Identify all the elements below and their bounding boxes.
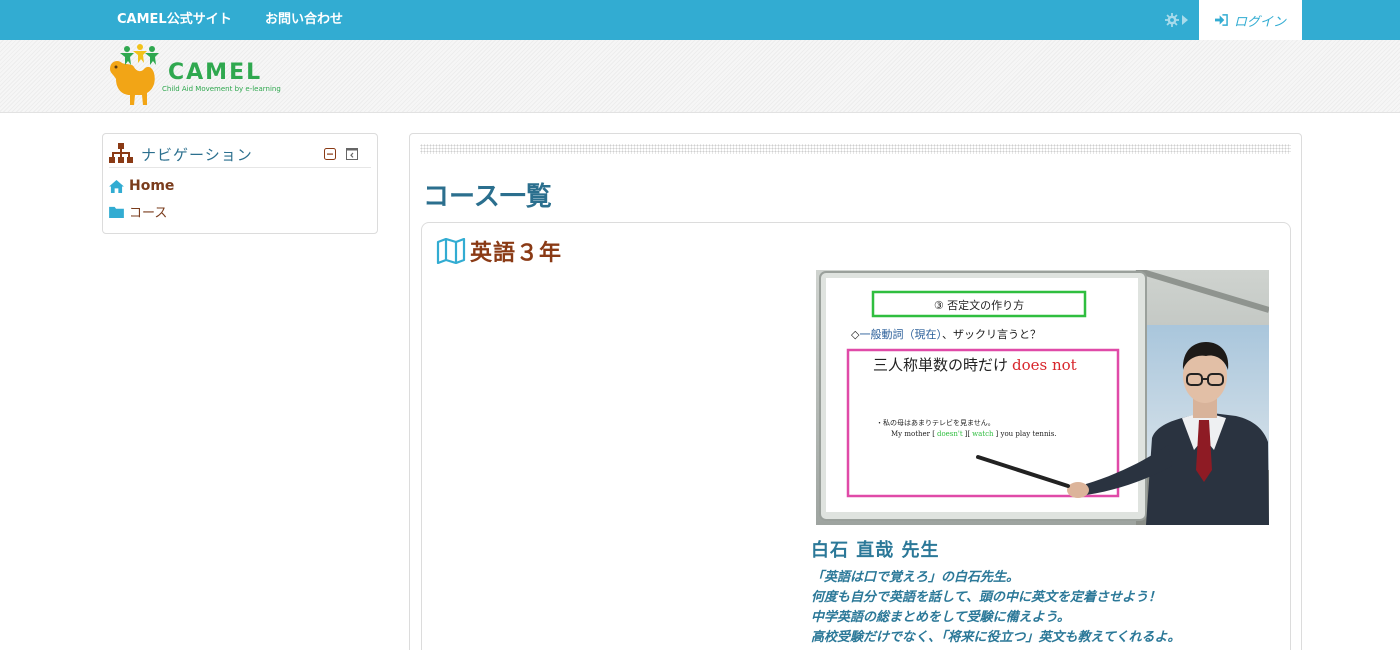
nav-item-home[interactable]: Home: [109, 178, 174, 194]
site-header: CAMEL Child Aid Movement by e-learning: [0, 40, 1400, 113]
nav-item-courses-label: コース: [129, 206, 168, 221]
dotted-divider: [420, 144, 1291, 154]
slide-example-en-start: My mother [: [891, 430, 935, 438]
slide-question-rest: 、ザックリ言うと？: [942, 328, 1041, 341]
main-content: コース一覧 英語３年 ③ 否定文の作り方 ◇一般動詞（現在）、ザックリ言うと？ …: [409, 133, 1302, 650]
folder-icon: [109, 206, 124, 218]
sign-in-icon: [1214, 14, 1228, 26]
svg-text:◇一般動詞（現在）、ザックリ言うと？: ◇一般動詞（現在）、ザックリ言うと？: [851, 327, 1041, 341]
nav-item-courses[interactable]: コース: [109, 202, 167, 221]
gear-icon: [1165, 13, 1179, 27]
collapse-block-icon[interactable]: [324, 148, 336, 160]
home-icon: [109, 179, 124, 193]
slide-example-jp: ・私の母はあまりテレビを見ません。: [876, 418, 995, 427]
sitemap-icon: [109, 143, 133, 163]
camel-logo[interactable]: CAMEL Child Aid Movement by e-learning: [104, 43, 284, 107]
map-icon: [436, 238, 466, 264]
description-line: 高校受験だけでなく、「将来に役立つ」英文も教えてくれるよ。: [811, 630, 1181, 645]
navigation-block-header: ナビゲーション: [109, 142, 371, 168]
settings-menu[interactable]: [1165, 12, 1188, 28]
course-description: 「英語は口で覚えろ」の白石先生。 何度も自分で英語を話して、頭の中に英文を定着さ…: [811, 568, 1281, 648]
svg-text:My mother [doesn't][watch] you: My mother [doesn't][watch] you play tenn…: [891, 430, 1057, 438]
nav-item-home-label: Home: [129, 178, 175, 194]
camel-official-site-link[interactable]: CAMEL公式サイト: [117, 0, 232, 40]
page-title: コース一覧: [423, 182, 552, 212]
slide-example-en-end: ] you play tennis.: [996, 430, 1057, 438]
slide-rule-en: does not: [1012, 356, 1077, 374]
slide-example-en-neg: doesn't: [937, 430, 963, 438]
description-line: 中学英語の総まとめをして受験に備えよう。: [811, 610, 1070, 625]
navigation-block: ナビゲーション Home コース: [102, 133, 378, 234]
course-name: 英語３年: [470, 241, 563, 266]
course-box: 英語３年 ③ 否定文の作り方 ◇一般動詞（現在）、ザックリ言うと？ 三人称単数の…: [421, 222, 1291, 650]
description-line: 何度も自分で英語を話して、頭の中に英文を定着させよう！: [811, 590, 1161, 605]
dock-block-icon[interactable]: [346, 148, 358, 160]
slide-question-term: 一般動詞（現在）: [859, 327, 942, 341]
description-line: 「英語は口で覚えろ」の白石先生。: [811, 570, 1020, 585]
navigation-title: ナビゲーション: [141, 146, 253, 164]
logo-wordmark: CAMEL: [168, 60, 262, 85]
logo-tagline: Child Aid Movement by e-learning: [162, 85, 281, 93]
login-label: ログイン: [1233, 14, 1286, 30]
svg-text:三人称単数の時だけdoes not: 三人称単数の時だけ does not: [873, 356, 1077, 374]
caret-right-icon: [1182, 15, 1188, 25]
slide-rule-jp: 三人称単数の時だけ: [873, 356, 1008, 374]
contact-link[interactable]: お問い合わせ: [265, 0, 343, 40]
slide-section-title: ③ 否定文の作り方: [934, 298, 1024, 312]
course-video-thumbnail[interactable]: ③ 否定文の作り方 ◇一般動詞（現在）、ザックリ言うと？ 三人称単数の時だけ do…: [816, 270, 1269, 525]
login-button[interactable]: ログイン: [1199, 0, 1302, 40]
course-name-link[interactable]: 英語３年: [436, 235, 562, 267]
teacher-name: 白石 直哉 先生: [811, 540, 940, 561]
slide-example-en-verb: watch: [972, 430, 994, 438]
top-navbar: CAMEL公式サイト お問い合わせ ログイン: [0, 0, 1400, 40]
slide-example-en-mid: ][: [965, 430, 971, 438]
